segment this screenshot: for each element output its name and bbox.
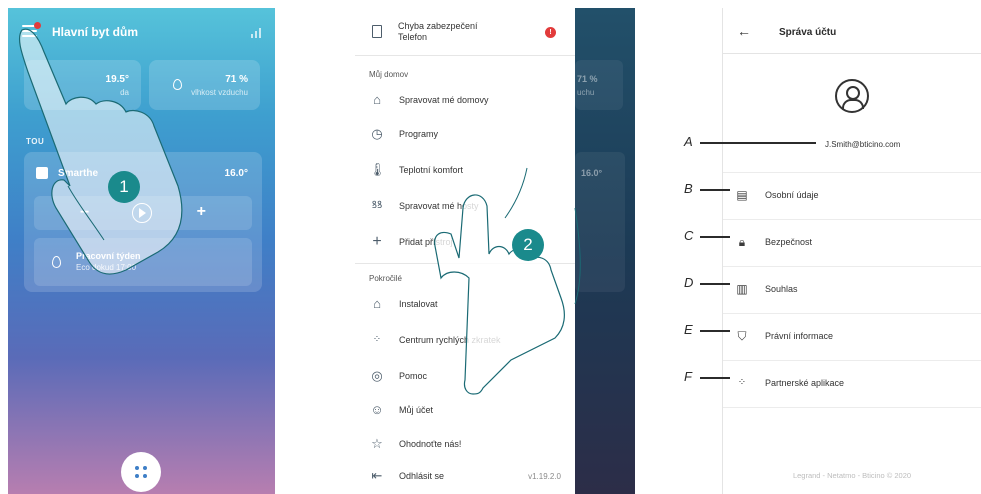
partner-apps-icon: ⁘	[737, 377, 747, 388]
consent-icon: ▥	[736, 282, 748, 296]
avatar-icon	[835, 79, 869, 113]
callout-d: D	[684, 275, 694, 290]
callout-e: E	[684, 322, 693, 337]
home-screen: Hlavní byt dům 19.5° da 71 % vlhkost vzd…	[8, 8, 275, 494]
callout-line-d	[700, 283, 730, 285]
row-label: Souhlas	[765, 284, 798, 294]
row-label: Právní informace	[765, 331, 834, 341]
footer-copyright: Legrand - Netatmo - Bticino © 2020	[792, 471, 912, 480]
row-divider	[723, 407, 981, 408]
account-title: Správa účtu	[779, 27, 837, 38]
menu-screen: 71 % uchu 16.0° Chyba zabezpečení Telefo…	[355, 8, 635, 494]
callout-line-c	[700, 236, 730, 238]
account-row-security[interactable]: 🔒︎ Bezpečnost	[723, 219, 981, 266]
callout-line-a	[700, 142, 816, 144]
back-arrow-icon[interactable]: ←	[737, 23, 751, 39]
step-badge-2: 2	[512, 229, 544, 261]
row-label: Osobní údaje	[765, 190, 819, 200]
callout-line-b	[700, 189, 730, 191]
row-label: Bezpečnost	[765, 237, 813, 247]
lock-icon: 🔒︎	[738, 235, 746, 249]
callout-b: B	[684, 181, 693, 196]
account-email: J.Smith@bticino.com	[825, 140, 901, 149]
tap-hand-illustration	[18, 28, 183, 275]
id-card-icon: ▤	[736, 188, 748, 202]
account-row-partner-apps[interactable]: ⁘ Partnerské aplikace	[723, 360, 981, 407]
callout-line-e	[700, 330, 730, 332]
account-header: ← Správa účtu	[723, 8, 981, 54]
callout-a: A	[684, 134, 693, 149]
callout-line-f	[700, 377, 730, 379]
step-badge-1: 1	[108, 171, 140, 203]
account-row-consent[interactable]: ▥ Souhlas	[723, 266, 981, 313]
account-row-legal[interactable]: ⛉ Právní informace	[723, 313, 981, 360]
account-row-personal-data[interactable]: ▤ Osobní údaje	[723, 172, 981, 219]
row-label: Partnerské aplikace	[765, 378, 845, 388]
pointing-hand-illustration	[434, 167, 581, 395]
callout-c: C	[684, 228, 694, 243]
account-screen: ← Správa účtu J.Smith@bticino.com ▤ Osob…	[722, 8, 981, 494]
callout-f: F	[684, 369, 692, 384]
shield-icon: ⛉	[737, 329, 747, 343]
